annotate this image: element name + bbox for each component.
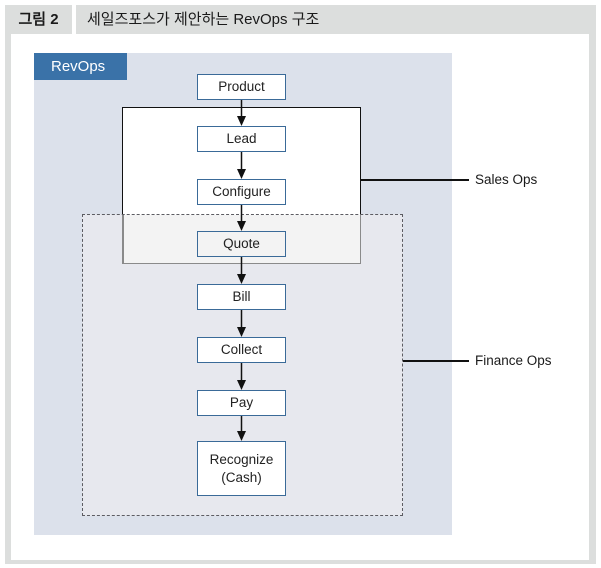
finance-ops-label: Finance Ops bbox=[475, 353, 552, 368]
step-lead: Lead bbox=[197, 126, 286, 152]
finance-ops-leader-line bbox=[403, 360, 469, 362]
step-pay: Pay bbox=[197, 390, 286, 416]
arrow-head-icon bbox=[237, 116, 246, 126]
arrow-head-icon bbox=[237, 221, 246, 231]
step-quote: Quote bbox=[197, 231, 286, 257]
arrow-head-icon bbox=[237, 431, 246, 441]
step-product: Product bbox=[197, 74, 286, 100]
sales-ops-leader-line bbox=[361, 179, 469, 181]
arrow-head-icon bbox=[237, 380, 246, 390]
arrow-head-icon bbox=[237, 274, 246, 284]
step-recognize-cash: Recognize (Cash) bbox=[197, 441, 286, 496]
flow-arrows bbox=[237, 100, 246, 441]
sales-ops-label: Sales Ops bbox=[475, 172, 538, 187]
step-configure: Configure bbox=[197, 179, 286, 205]
arrow-head-icon bbox=[237, 169, 246, 179]
step-bill: Bill bbox=[197, 284, 286, 310]
arrow-head-icon bbox=[237, 327, 246, 337]
step-collect: Collect bbox=[197, 337, 286, 363]
